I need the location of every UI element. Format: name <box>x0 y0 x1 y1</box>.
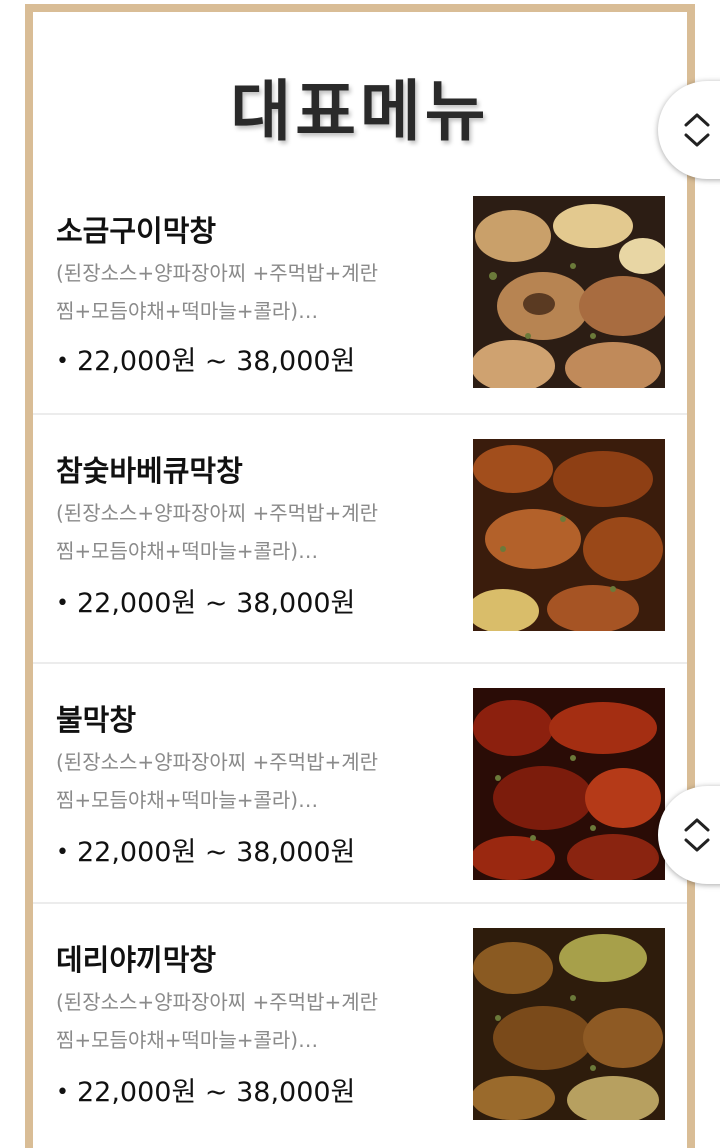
menu-item-photo <box>473 928 665 1120</box>
menu-item-price: • 22,000원 ~ 38,000원 <box>56 1070 355 1109</box>
bullet-icon: • <box>56 349 69 374</box>
menu-item-name: 데리야끼막창 <box>56 943 217 977</box>
menu-item[interactable]: 소금구이막창 (된장소스+양파장아찌 +주먹밥+계란 찜+모듬야채+떡마늘+콜라… <box>33 174 687 414</box>
menu-item-description: (된장소스+양파장아찌 +주먹밥+계란 찜+모듬야채+떡마늘+콜라)… <box>56 990 379 1052</box>
page-title: 대표메뉴 <box>230 73 490 150</box>
chevron-up-down-icon <box>684 113 710 147</box>
menu-item-name: 소금구이막창 <box>56 214 217 248</box>
menu-item-price-value: 22,000원 ~ 38,000원 <box>76 1077 356 1108</box>
menu-item-photo <box>473 196 665 388</box>
menu-item-name: 참숯바베큐막창 <box>56 454 243 488</box>
menu-item-description: (된장소스+양파장아찌 +주먹밥+계란 찜+모듬야채+떡마늘+콜라)… <box>56 261 379 323</box>
chevron-up-down-icon <box>684 818 710 852</box>
bullet-icon: • <box>56 591 69 616</box>
menu-item[interactable]: 데리야끼막창 (된장소스+양파장아찌 +주먹밥+계란 찜+모듬야채+떡마늘+콜라… <box>33 902 687 1142</box>
menu-panel: 대표메뉴 소금구이막창 (된장소스+양파장아찌 +주먹밥+계란 찜+모듬야채+떡… <box>25 4 695 1148</box>
bullet-icon: • <box>56 840 69 865</box>
bullet-icon: • <box>56 1080 69 1105</box>
menu-item[interactable]: 불막창 (된장소스+양파장아찌 +주먹밥+계란 찜+모듬야채+떡마늘+콜라)… … <box>33 662 687 902</box>
menu-item-description: (된장소스+양파장아찌 +주먹밥+계란 찜+모듬야채+떡마늘+콜라)… <box>56 750 379 812</box>
menu-item-name: 불막창 <box>56 703 137 737</box>
menu-item-price-value: 22,000원 ~ 38,000원 <box>76 837 356 868</box>
menu-item-photo <box>473 439 665 631</box>
menu-item-price-value: 22,000원 ~ 38,000원 <box>76 346 356 377</box>
menu-item-photo <box>473 688 665 880</box>
menu-item[interactable]: 참숯바베큐막창 (된장소스+양파장아찌 +주먹밥+계란 찜+모듬야채+떡마늘+콜… <box>33 413 687 653</box>
menu-item-price: • 22,000원 ~ 38,000원 <box>56 581 355 620</box>
menu-item-price: • 22,000원 ~ 38,000원 <box>56 830 355 869</box>
menu-item-price-value: 22,000원 ~ 38,000원 <box>76 588 356 619</box>
menu-item-price: • 22,000원 ~ 38,000원 <box>56 339 355 378</box>
menu-item-description: (된장소스+양파장아찌 +주먹밥+계란 찜+모듬야채+떡마늘+콜라)… <box>56 501 379 563</box>
